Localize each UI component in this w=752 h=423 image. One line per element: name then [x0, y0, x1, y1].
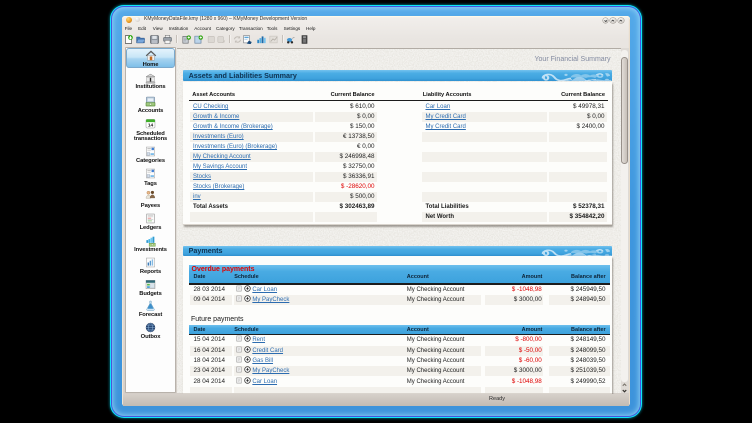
- svg-text:14: 14: [148, 122, 154, 128]
